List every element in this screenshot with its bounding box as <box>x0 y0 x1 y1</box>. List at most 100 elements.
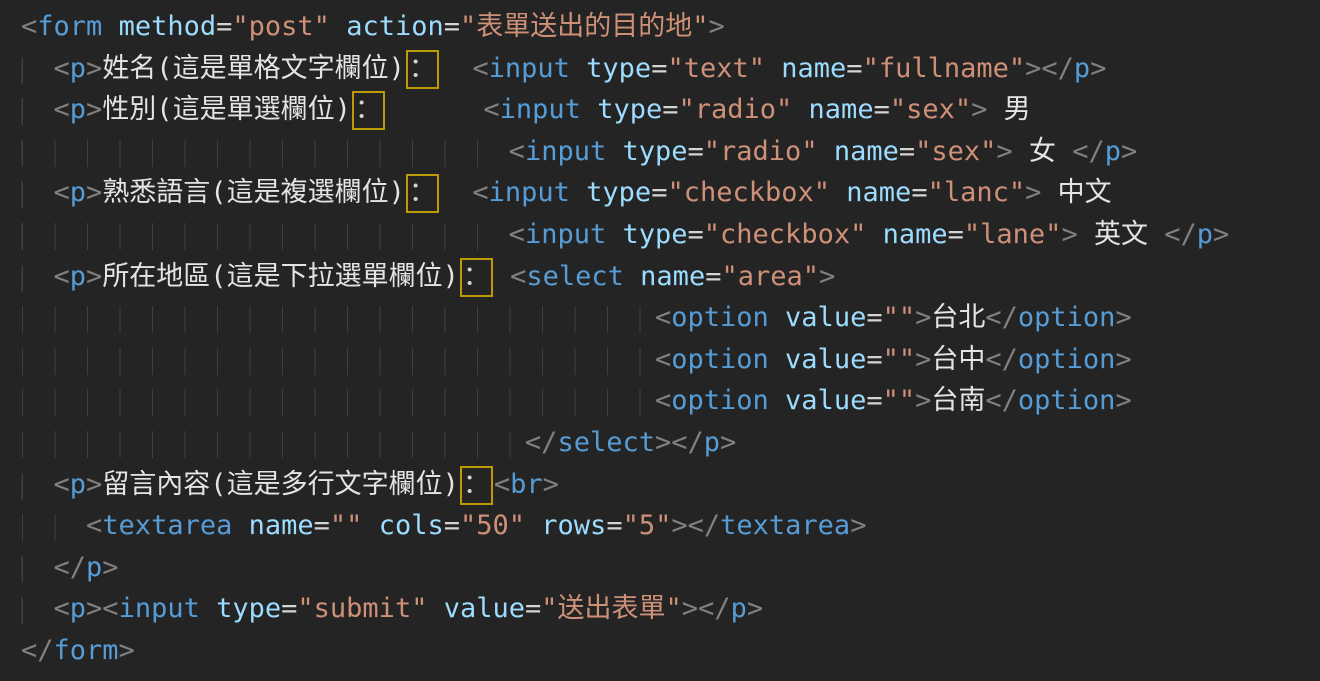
code-line[interactable]: <input type="checkbox" name="lane"> 英文 <… <box>21 214 1320 256</box>
code-token: </ <box>1072 136 1105 167</box>
code-token: input <box>525 219 606 250</box>
code-token: < <box>54 53 70 84</box>
code-token: > <box>1025 177 1041 208</box>
code-token: ></ <box>1025 53 1074 84</box>
code-token: "checkbox" <box>667 177 830 208</box>
code-token <box>866 219 882 250</box>
code-token: < <box>510 261 526 292</box>
code-token: > <box>86 469 102 500</box>
code-token: option <box>671 302 769 333</box>
code-token: name <box>249 510 314 541</box>
code-token: type <box>622 219 687 250</box>
code-line[interactable]: <textarea name="" cols="50" rows="5"></t… <box>21 505 1320 547</box>
code-token: "radio" <box>678 94 792 125</box>
code-token: </ <box>54 552 87 583</box>
code-token: br <box>510 469 543 500</box>
indent-whitespace <box>21 53 54 84</box>
code-token: 女 <box>1013 136 1073 167</box>
indent-whitespace <box>21 261 54 292</box>
code-line[interactable]: <p>所在地區(這是下拉選單欄位)： <select name="area"> <box>21 256 1320 298</box>
code-line[interactable]: <p>性別(這是單選欄位)： <input type="radio" name=… <box>21 89 1320 131</box>
code-line[interactable]: <option value="">台中</option> <box>21 339 1320 381</box>
indent-whitespace <box>21 427 525 458</box>
code-token: = <box>866 302 882 333</box>
code-token: "sex" <box>915 136 996 167</box>
code-token: = <box>899 136 915 167</box>
code-token: > <box>819 261 835 292</box>
code-line[interactable]: </select></p> <box>21 422 1320 464</box>
code-line[interactable]: <input type="radio" name="sex"> 女 </p> <box>21 131 1320 173</box>
code-token: input <box>489 177 570 208</box>
code-token: p <box>70 177 86 208</box>
code-token: ></ <box>682 593 731 624</box>
code-token: 英文 <box>1078 219 1165 250</box>
code-token: textarea <box>720 510 850 541</box>
code-token: = <box>874 94 890 125</box>
code-token: ></ <box>655 427 704 458</box>
code-token: value <box>785 302 866 333</box>
code-token: input <box>489 53 570 84</box>
code-token: > <box>996 136 1012 167</box>
code-token: p <box>86 552 102 583</box>
code-token: "" <box>330 510 363 541</box>
code-token: "lane" <box>964 219 1062 250</box>
code-token: </ <box>985 344 1018 375</box>
code-token <box>769 302 785 333</box>
code-token: > <box>747 593 763 624</box>
code-token: = <box>688 219 704 250</box>
code-token: > <box>915 302 931 333</box>
code-token: 性別(這是單選欄位) <box>102 94 351 125</box>
code-line[interactable]: <option value="">台北</option> <box>21 297 1320 339</box>
code-token: > <box>86 261 102 292</box>
code-line[interactable]: <p>姓名(這是單格文字欄位)： <input type="text" name… <box>21 48 1320 90</box>
code-line[interactable]: </form> <box>21 630 1320 672</box>
code-token: > <box>709 11 725 42</box>
code-token: "fullname" <box>863 53 1026 84</box>
code-token: > <box>102 552 118 583</box>
code-token <box>232 510 248 541</box>
code-token: p <box>1074 53 1090 84</box>
code-token: > <box>86 94 102 125</box>
code-line[interactable]: <option value="">台南</option> <box>21 380 1320 422</box>
code-token: name <box>781 53 846 84</box>
code-line[interactable]: </p> <box>21 547 1320 589</box>
code-token: = <box>688 136 704 167</box>
code-token: option <box>1018 302 1116 333</box>
code-token: = <box>281 593 297 624</box>
code-line[interactable]: <p>熟悉語言(這是複選欄位)： <input type="checkbox" … <box>21 172 1320 214</box>
code-token <box>200 593 216 624</box>
code-token: > <box>86 53 102 84</box>
code-token: "checkbox" <box>704 219 867 250</box>
indent-whitespace <box>21 136 509 167</box>
code-line[interactable]: <p><input type="submit" value="送出表單"></p… <box>21 588 1320 630</box>
indent-whitespace <box>21 94 54 125</box>
code-token: < <box>655 302 671 333</box>
code-token: > <box>1121 136 1137 167</box>
code-token: input <box>119 593 200 624</box>
unicode-highlight-colon: ： <box>406 50 439 89</box>
code-token: form <box>37 11 102 42</box>
code-editor[interactable]: <form method="post" action="表單送出的目的地"> <… <box>0 0 1320 681</box>
code-token <box>386 94 484 125</box>
indent-whitespace <box>21 385 655 416</box>
code-token: </ <box>985 385 1018 416</box>
code-token: "" <box>883 385 916 416</box>
code-token <box>525 510 541 541</box>
code-token: = <box>606 510 622 541</box>
code-token: = <box>444 510 460 541</box>
code-token: > <box>1090 53 1106 84</box>
code-token <box>570 53 586 84</box>
code-line[interactable]: <form method="post" action="表單送出的目的地"> <box>21 6 1320 48</box>
code-token: 台北 <box>931 302 985 333</box>
code-token: = <box>866 385 882 416</box>
code-token: option <box>671 344 769 375</box>
code-token: > <box>1213 219 1229 250</box>
code-token: p <box>1197 219 1213 250</box>
code-token: p <box>704 427 720 458</box>
code-token: = <box>948 219 964 250</box>
code-line[interactable]: <p>留言內容(這是多行文字欄位)：<br> <box>21 464 1320 506</box>
code-token: < <box>655 385 671 416</box>
code-token: type <box>597 94 662 125</box>
code-token: < <box>494 469 510 500</box>
code-token: 男 <box>987 94 1030 125</box>
